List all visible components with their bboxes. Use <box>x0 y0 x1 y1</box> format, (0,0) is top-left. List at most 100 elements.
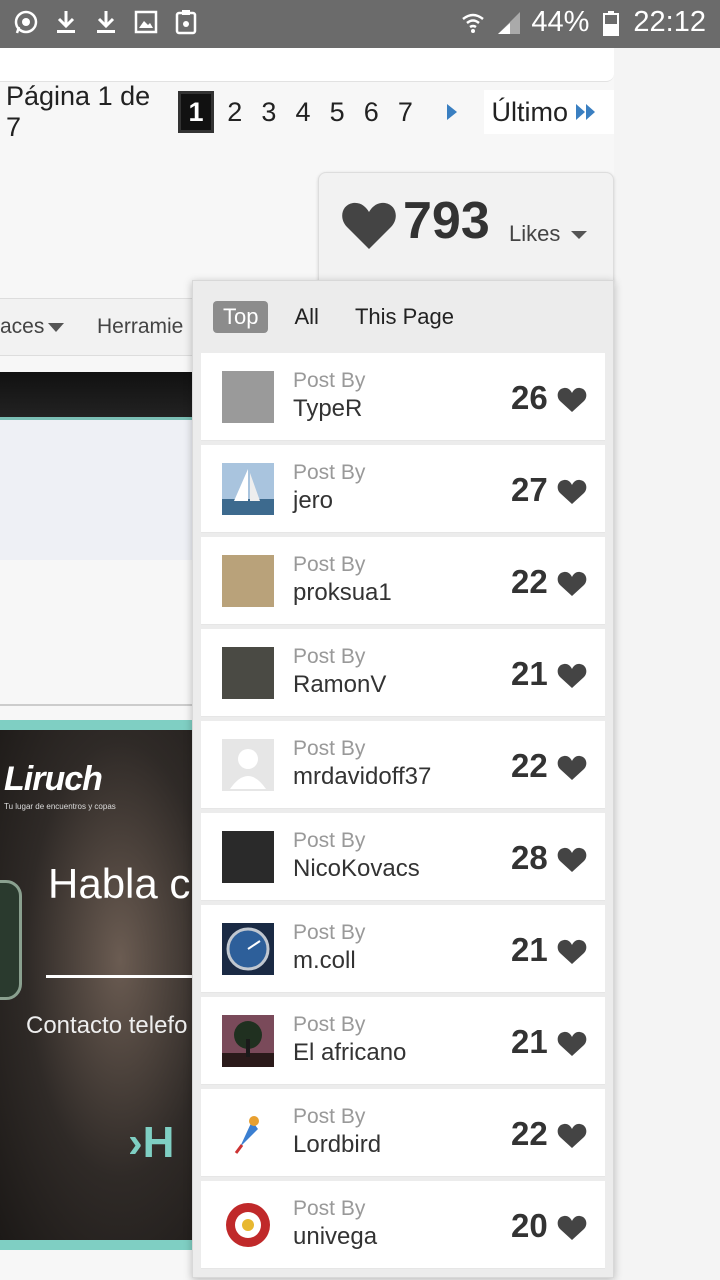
last-page-button[interactable]: Último <box>483 90 615 134</box>
page-6-link[interactable]: 6 <box>354 97 388 128</box>
post-by-label: Post By <box>293 1105 366 1128</box>
post-author[interactable]: univega <box>293 1223 377 1251</box>
post-author[interactable]: TypeR <box>293 395 362 423</box>
post-by-label: Post By <box>293 737 366 760</box>
likes-button[interactable]: 793 Likes <box>318 172 614 282</box>
page-1-link[interactable]: 1 <box>178 91 214 133</box>
next-page-icon[interactable] <box>434 92 469 132</box>
avatar[interactable] <box>222 923 274 975</box>
post-like-count: 21 <box>511 655 548 692</box>
ad-tagline: Tu lugar de encuentros y copas <box>4 802 116 811</box>
liked-post-row[interactable]: Post By jero 27 <box>201 445 605 533</box>
ad-title: Habla c <box>48 860 191 907</box>
liked-post-row[interactable]: Post By mrdavidoff37 22 <box>201 721 605 809</box>
double-chevron-right-icon <box>576 104 596 120</box>
status-bar: 44% 22:12 <box>0 0 720 48</box>
page-gutter <box>614 48 720 1280</box>
post-author[interactable]: NicoKovacs <box>293 855 420 883</box>
post-like-count: 22 <box>511 747 548 784</box>
tab-all[interactable]: All <box>284 301 328 333</box>
heart-icon <box>557 1031 587 1056</box>
tab-top[interactable]: Top <box>213 301 269 333</box>
post-author[interactable]: RamonV <box>293 671 386 699</box>
post-author[interactable]: proksua1 <box>293 579 392 607</box>
page-4-link[interactable]: 4 <box>286 97 320 128</box>
battery-icon <box>597 9 625 37</box>
post-by-label: Post By <box>293 553 366 576</box>
nav-item-enlaces[interactable]: aces <box>0 315 44 339</box>
page-2-link[interactable]: 2 <box>218 97 252 128</box>
post-like-count: 21 <box>511 931 548 968</box>
liked-post-row[interactable]: Post By TypeR 26 <box>201 353 605 441</box>
whatsapp-icon <box>12 8 40 36</box>
liked-post-row[interactable]: Post By proksua1 22 <box>201 537 605 625</box>
page-top-strip <box>0 48 614 82</box>
heart-icon <box>557 663 587 688</box>
ad-cta[interactable]: ›H <box>128 1118 174 1168</box>
tab-this-page[interactable]: This Page <box>345 301 464 333</box>
likes-tabs: Top All This Page <box>213 301 464 333</box>
liked-post-row[interactable]: Post By NicoKovacs 28 <box>201 813 605 901</box>
heart-icon <box>557 571 587 596</box>
pagination-label: Página 1 de 7 <box>6 81 151 142</box>
liked-post-row[interactable]: Post By univega 20 <box>201 1181 605 1269</box>
download-icon <box>52 8 80 36</box>
clock: 22:12 <box>633 6 706 38</box>
avatar[interactable] <box>222 1015 274 1067</box>
liked-post-row[interactable]: Post By El africano 21 <box>201 997 605 1085</box>
clipboard-icon <box>172 8 200 36</box>
post-by-label: Post By <box>293 461 366 484</box>
heart-icon <box>557 479 587 504</box>
caret-down-icon <box>571 231 587 239</box>
likes-label: Likes <box>509 221 561 246</box>
phone-image <box>0 880 22 1000</box>
liked-post-row[interactable]: Post By m.coll 21 <box>201 905 605 993</box>
signal-icon <box>495 9 523 37</box>
page-5-link[interactable]: 5 <box>320 97 354 128</box>
page-3-link[interactable]: 3 <box>252 97 286 128</box>
post-by-label: Post By <box>293 1013 366 1036</box>
ad-logo: Liruch <box>4 760 103 798</box>
post-like-count: 20 <box>511 1207 548 1244</box>
heart-icon <box>557 939 587 964</box>
post-author[interactable]: m.coll <box>293 947 356 975</box>
nav-item-herramientas[interactable]: Herramie <box>97 315 183 339</box>
ad-contact-text: Contacto telefo <box>26 1012 188 1039</box>
download-icon <box>92 8 120 36</box>
avatar[interactable] <box>222 371 274 423</box>
image-icon <box>132 8 160 36</box>
ad-divider <box>46 975 200 978</box>
heart-icon <box>557 755 587 780</box>
post-author[interactable]: jero <box>293 487 333 515</box>
likes-dropdown: Top All This Page Post By TypeR 26 Post By j… <box>192 280 614 1278</box>
advertisement-banner[interactable]: Liruch Tu lugar de encuentros y copas Ha… <box>0 720 200 1250</box>
post-by-label: Post By <box>293 921 366 944</box>
forum-header-bar <box>0 372 200 420</box>
post-like-count: 26 <box>511 379 548 416</box>
post-like-count: 27 <box>511 471 548 508</box>
wifi-icon <box>459 9 487 37</box>
avatar[interactable] <box>222 831 274 883</box>
liked-post-row[interactable]: Post By Lordbird 22 <box>201 1089 605 1177</box>
liked-post-row[interactable]: Post By RamonV 21 <box>201 629 605 717</box>
heart-icon <box>557 387 587 412</box>
forum-nav-bar: aces Herramie <box>0 298 200 356</box>
avatar[interactable] <box>222 555 274 607</box>
post-by-label: Post By <box>293 369 366 392</box>
page-7-link[interactable]: 7 <box>388 97 422 128</box>
post-author[interactable]: Lordbird <box>293 1131 381 1159</box>
avatar[interactable] <box>222 739 274 791</box>
last-page-label: Último <box>491 96 569 127</box>
post-like-count: 22 <box>511 1115 548 1152</box>
post-author[interactable]: El africano <box>293 1039 406 1067</box>
post-by-label: Post By <box>293 1197 366 1220</box>
heart-icon <box>557 847 587 872</box>
avatar[interactable] <box>222 647 274 699</box>
post-like-count: 28 <box>511 839 548 876</box>
avatar[interactable] <box>222 1199 274 1251</box>
post-author[interactable]: mrdavidoff37 <box>293 763 431 791</box>
battery-percent: 44% <box>531 6 590 38</box>
likes-count: 793 <box>403 192 490 250</box>
avatar[interactable] <box>222 1107 274 1159</box>
avatar[interactable] <box>222 463 274 515</box>
